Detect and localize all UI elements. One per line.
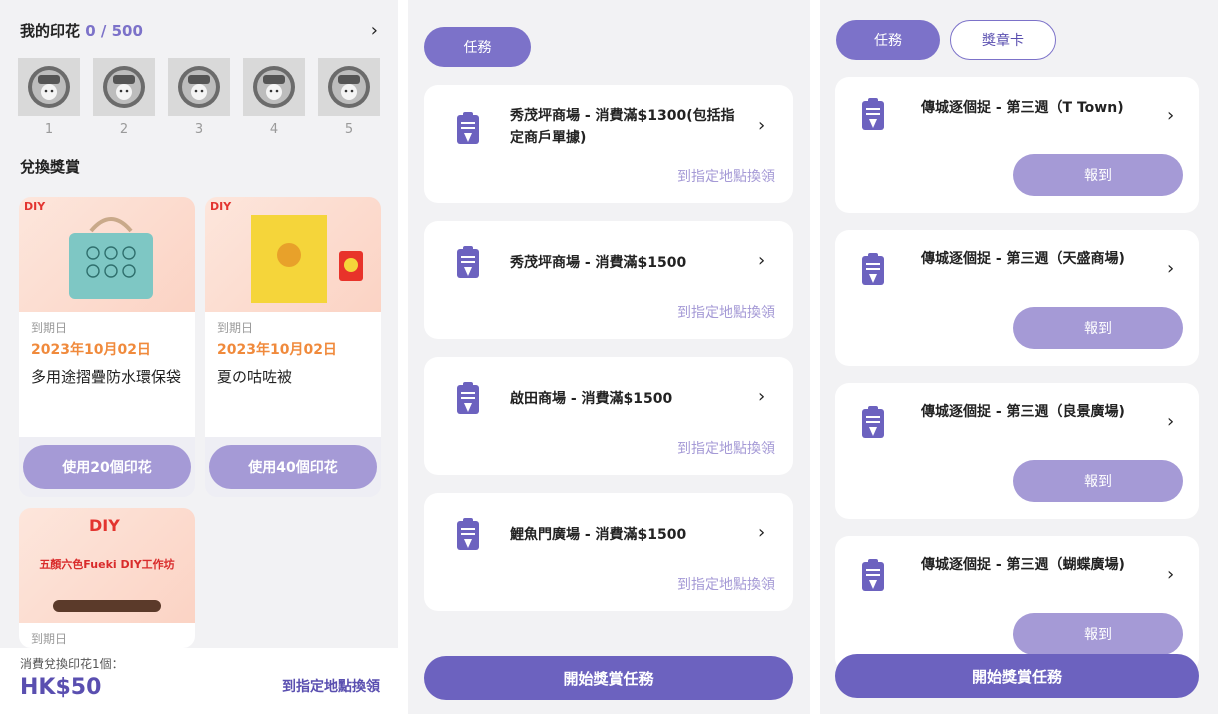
- task-title: 秀茂坪商場 - 消費滿$1300(包括指定商戶單據): [510, 108, 735, 146]
- task-title: 傳城逐個捉 - 第三週（蝴蝶廣場): [921, 557, 1125, 573]
- stamp-count: 0 / 500: [85, 21, 143, 40]
- checkin-button[interactable]: 報到: [1013, 307, 1183, 349]
- expiry-label: 到期日: [217, 321, 254, 335]
- task-title: 傳城逐個捉 - 第三週（T Town): [921, 100, 1124, 116]
- banner-strip: [53, 600, 161, 612]
- clipboard-icon: [862, 559, 884, 591]
- reward-image: DIY: [19, 197, 195, 312]
- chevron-right-icon[interactable]: ›: [1167, 564, 1174, 585]
- mascot-stamp-icon: [93, 58, 155, 116]
- tab-tasks[interactable]: 任務: [424, 27, 531, 67]
- reward-image: DIY 五顏六色Fueki DIY工作坊: [19, 508, 195, 623]
- task-title: 傳城逐個捉 - 第三週（天盛商場): [921, 251, 1125, 267]
- chevron-right-icon[interactable]: ›: [758, 250, 765, 271]
- reward-name: 夏の咕咗被: [217, 368, 293, 386]
- clipboard-icon: [457, 112, 479, 144]
- start-reward-task-button[interactable]: 開始獎賞任務: [424, 656, 793, 700]
- tasks-badge-panel: 任務 獎章卡 傳城逐個捉 - 第三週（T Town) › 報到 傳城逐個捉 - …: [820, 0, 1218, 714]
- mascot-stamp-icon: [318, 58, 380, 116]
- clipboard-icon: [862, 98, 884, 130]
- task-card[interactable]: 秀茂坪商場 - 消費滿$1300(包括指定商戶單據) › 到指定地點換領: [424, 85, 793, 203]
- redeem-location-link[interactable]: 到指定地點換領: [677, 166, 775, 186]
- reward-image: DIY: [205, 197, 381, 312]
- my-stamps-label: 我的印花: [20, 21, 81, 40]
- redeem-location-link[interactable]: 到指定地點換領: [282, 676, 380, 696]
- task-card[interactable]: 秀茂坪商場 - 消費滿$1500 › 到指定地點換領: [424, 221, 793, 339]
- tote-bag-icon: [69, 217, 153, 299]
- clipboard-icon: [862, 406, 884, 438]
- task-card[interactable]: 啟田商場 - 消費滿$1500 › 到指定地點換領: [424, 357, 793, 475]
- section-title: 兌換獎賞: [20, 158, 81, 176]
- reward-body: 到期日: [19, 623, 195, 648]
- diy-logo: DIY: [89, 516, 120, 535]
- checkin-button[interactable]: 報到: [1013, 613, 1183, 655]
- chevron-right-icon[interactable]: ›: [1167, 411, 1174, 432]
- task-title: 傳城逐個捉 - 第三週（良景廣場): [921, 404, 1125, 420]
- redeem-location-link[interactable]: 到指定地點換領: [677, 438, 775, 458]
- reward-body: 到期日 2023年10月02日 多用途摺疊防水環保袋: [19, 312, 195, 437]
- tab-tasks[interactable]: 任務: [836, 20, 940, 60]
- checkin-card[interactable]: 傳城逐個捉 - 第三週（良景廣場) › 報到: [835, 383, 1199, 519]
- blanket-icon: [251, 215, 363, 303]
- expiry-date: 2023年10月02日: [217, 342, 337, 358]
- redeem-location-link[interactable]: 到指定地點換領: [677, 302, 775, 322]
- diy-logo: DIY: [24, 200, 46, 213]
- stamp-number: 5: [344, 122, 354, 137]
- stamp-number: 3: [194, 122, 204, 137]
- my-stamps-header[interactable]: 我的印花 0 / 500 ›: [20, 18, 378, 42]
- task-title: 啟田商場 - 消費滿$1500: [510, 391, 673, 407]
- chevron-right-icon[interactable]: ›: [1167, 105, 1174, 126]
- stamp-row: 1 2 3 4 5: [18, 58, 380, 137]
- stamps-panel: 我的印花 0 / 500 › 1 2 3 4 5 兌換獎賞 DIY 到期日 20…: [0, 0, 398, 714]
- reward-card[interactable]: DIY 到期日 2023年10月02日 多用途摺疊防水環保袋 使用20個印花: [19, 197, 195, 497]
- footer-label: 消費兌換印花1個：: [20, 657, 124, 671]
- checkin-button[interactable]: 報到: [1013, 154, 1183, 196]
- clipboard-icon: [862, 253, 884, 285]
- workshop-banner: 五顏六色Fueki DIY工作坊: [39, 558, 175, 571]
- chevron-right-icon[interactable]: ›: [1167, 258, 1174, 279]
- tab-badge-card[interactable]: 獎章卡: [950, 20, 1056, 60]
- expiry-label: 到期日: [31, 321, 68, 335]
- chevron-right-icon[interactable]: ›: [758, 115, 765, 136]
- stamp-slot: 5: [318, 58, 380, 137]
- stamp-number: 2: [119, 122, 129, 137]
- chevron-right-icon[interactable]: ›: [758, 522, 765, 543]
- footer-price: HK$50: [20, 675, 102, 700]
- checkin-card[interactable]: 傳城逐個捉 - 第三週（天盛商場) › 報到: [835, 230, 1199, 366]
- stamp-slot: 1: [18, 58, 80, 137]
- task-card[interactable]: 鯉魚門廣場 - 消費滿$1500 › 到指定地點換領: [424, 493, 793, 611]
- stamp-slot: 2: [93, 58, 155, 137]
- start-reward-task-button[interactable]: 開始獎賞任務: [835, 654, 1199, 698]
- redeem-button[interactable]: 使用20個印花: [23, 445, 191, 489]
- stamp-number: 4: [269, 122, 279, 137]
- my-stamps-title: 我的印花 0 / 500: [20, 20, 143, 41]
- expiry-date: 2023年10月02日: [31, 342, 151, 358]
- task-title: 鯉魚門廣場 - 消費滿$1500: [510, 527, 687, 543]
- task-title: 秀茂坪商場 - 消費滿$1500: [510, 255, 687, 271]
- clipboard-icon: [457, 382, 479, 414]
- clipboard-icon: [457, 518, 479, 550]
- stamp-number: 1: [44, 122, 54, 137]
- diy-logo: DIY: [210, 200, 232, 213]
- tasks-panel: 任務 秀茂坪商場 - 消費滿$1300(包括指定商戶單據) › 到指定地點換領 …: [408, 0, 810, 714]
- reward-card[interactable]: DIY 到期日 2023年10月02日 夏の咕咗被 使用40個印花: [205, 197, 381, 497]
- chevron-right-icon[interactable]: ›: [371, 20, 378, 41]
- mascot-stamp-icon: [168, 58, 230, 116]
- checkin-card[interactable]: 傳城逐個捉 - 第三週（蝴蝶廣場) › 報到: [835, 536, 1199, 672]
- reward-card[interactable]: DIY 五顏六色Fueki DIY工作坊 到期日: [19, 508, 195, 648]
- redeem-location-link[interactable]: 到指定地點換領: [677, 574, 775, 594]
- mascot-stamp-icon: [18, 58, 80, 116]
- stamp-slot: 3: [168, 58, 230, 137]
- redeem-button[interactable]: 使用40個印花: [209, 445, 377, 489]
- footer-bar: 消費兌換印花1個： HK$50 到指定地點換領: [0, 648, 398, 714]
- checkin-card[interactable]: 傳城逐個捉 - 第三週（T Town) › 報到: [835, 77, 1199, 213]
- stamp-slot: 4: [243, 58, 305, 137]
- clipboard-icon: [457, 246, 479, 278]
- chevron-right-icon[interactable]: ›: [758, 386, 765, 407]
- reward-body: 到期日 2023年10月02日 夏の咕咗被: [205, 312, 381, 437]
- checkin-button[interactable]: 報到: [1013, 460, 1183, 502]
- expiry-label: 到期日: [31, 632, 68, 646]
- mascot-stamp-icon: [243, 58, 305, 116]
- reward-name: 多用途摺疊防水環保袋: [31, 368, 182, 386]
